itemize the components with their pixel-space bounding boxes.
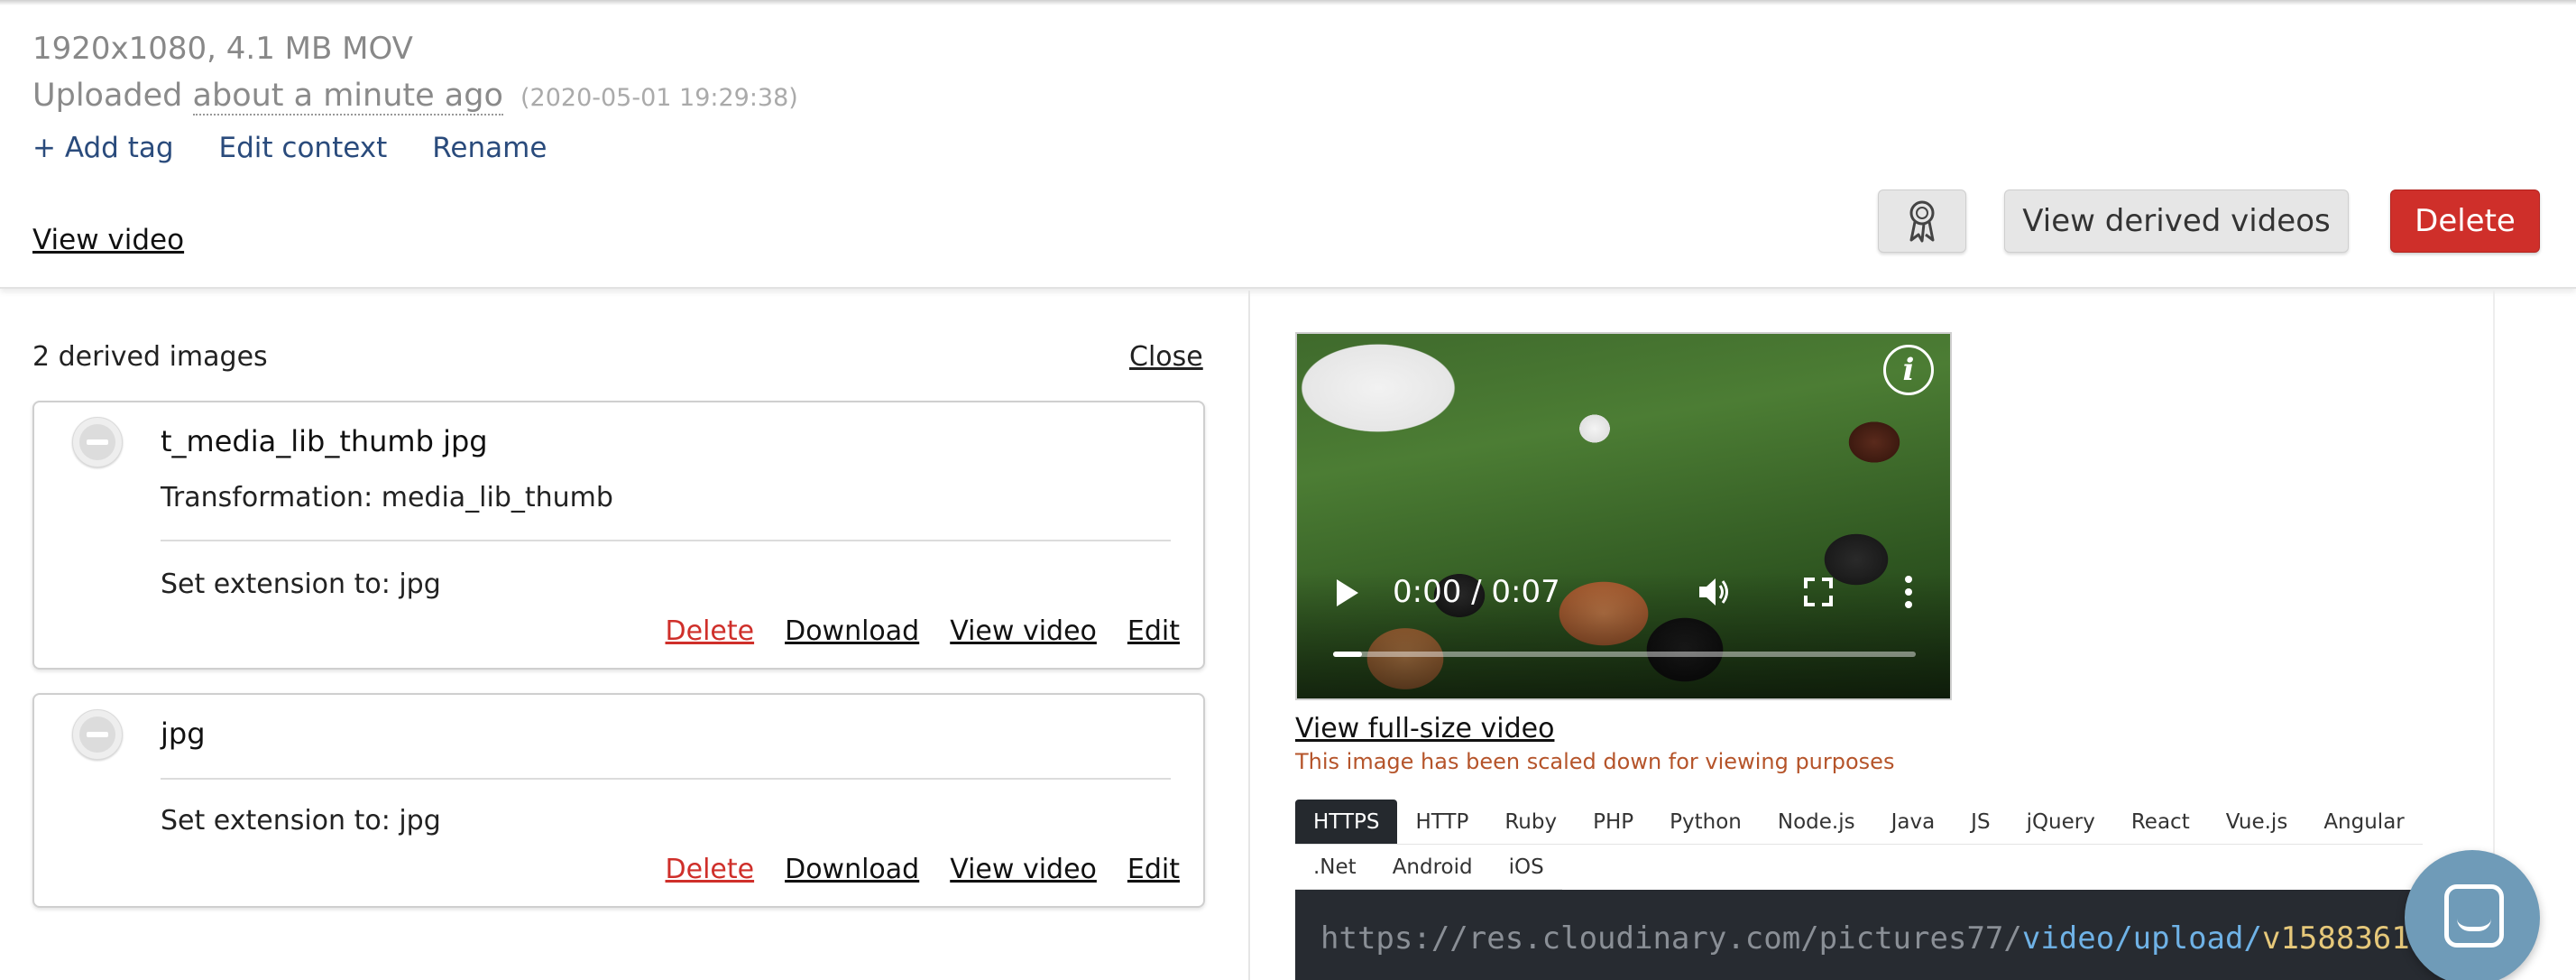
upload-info: Uploaded about a minute ago (2020-05-01 … xyxy=(32,78,798,116)
derived-item-separator xyxy=(161,540,1171,541)
tab-jquery[interactable]: jQuery xyxy=(2008,800,2113,845)
tab-http[interactable]: HTTP xyxy=(1397,800,1487,845)
chat-icon xyxy=(2444,884,2504,948)
derived-item: jpg Set extension to: jpg Delete Downloa… xyxy=(32,693,1205,908)
uploaded-prefix: Uploaded xyxy=(32,78,183,114)
asset-header: 1920x1080, 4.1 MB MOV Uploaded about a m… xyxy=(0,0,2576,289)
fullscreen-icon[interactable] xyxy=(1804,578,1833,606)
derived-item-links: Delete Download View video Edit xyxy=(666,854,1180,885)
tab-node-js[interactable]: Node.js xyxy=(1759,800,1873,845)
derived-delete-link[interactable]: Delete xyxy=(666,615,755,647)
tab-php[interactable]: PHP xyxy=(1575,800,1652,845)
chat-launcher-button[interactable] xyxy=(2405,850,2540,980)
tab-ios[interactable]: iOS xyxy=(1490,845,1562,890)
scaled-note: This image has been scaled down for view… xyxy=(1295,749,1895,774)
derived-view-video-link[interactable]: View video xyxy=(950,615,1097,647)
video-controls: 0:00 / 0:07 xyxy=(1337,570,1914,615)
derived-item-title: t_media_lib_thumb jpg xyxy=(161,424,488,458)
volume-icon[interactable] xyxy=(1696,574,1732,618)
derived-item-transformation: Transformation: media_lib_thumb xyxy=(161,482,613,513)
tab-vue-js[interactable]: Vue.js xyxy=(2207,800,2306,845)
remove-derived-button[interactable] xyxy=(72,709,123,760)
tab-angular[interactable]: Angular xyxy=(2305,800,2423,845)
tab-react[interactable]: React xyxy=(2112,800,2208,845)
uploaded-relative: about a minute ago xyxy=(192,78,503,116)
tab-android[interactable]: Android xyxy=(1374,845,1491,890)
info-icon[interactable]: i xyxy=(1883,345,1934,395)
url-path: video/upload/ xyxy=(2021,920,2262,957)
award-ribbon-icon xyxy=(1909,200,1935,243)
more-options-icon[interactable] xyxy=(1905,576,1912,614)
play-icon[interactable] xyxy=(1337,579,1358,606)
view-video-link[interactable]: View video xyxy=(32,224,184,256)
minus-circle-icon xyxy=(79,424,115,460)
asset-meta: 1920x1080, 4.1 MB MOV xyxy=(32,31,413,67)
derived-item-extension: Set extension to: jpg xyxy=(161,569,441,600)
derived-edit-link[interactable]: Edit xyxy=(1127,854,1180,885)
derived-item-links: Delete Download View video Edit xyxy=(666,615,1180,647)
tab-js[interactable]: JS xyxy=(1953,800,2009,845)
remove-derived-button[interactable] xyxy=(72,417,123,467)
view-full-size-video-link[interactable]: View full-size video xyxy=(1295,713,1554,744)
derived-download-link[interactable]: Download xyxy=(785,854,919,885)
derived-edit-link[interactable]: Edit xyxy=(1127,615,1180,647)
asset-actions: + Add tag Edit context Rename xyxy=(32,132,547,164)
tab-java[interactable]: Java xyxy=(1872,800,1954,845)
award-button[interactable] xyxy=(1878,190,1966,253)
close-derived-link[interactable]: Close xyxy=(1129,341,1203,373)
derived-download-link[interactable]: Download xyxy=(785,615,919,647)
video-progress-bar[interactable] xyxy=(1333,652,1916,657)
tab-https[interactable]: HTTPS xyxy=(1295,800,1398,845)
top-shadow xyxy=(0,0,2576,5)
derived-item: t_media_lib_thumb jpg Transformation: me… xyxy=(32,401,1205,670)
derived-item-separator xyxy=(161,778,1171,780)
derived-item-title: jpg xyxy=(161,717,206,751)
add-tag-link[interactable]: + Add tag xyxy=(32,132,174,164)
derived-item-extension: Set extension to: jpg xyxy=(161,805,441,837)
edit-context-link[interactable]: Edit context xyxy=(219,132,388,164)
tab-python[interactable]: Python xyxy=(1651,800,1760,845)
derived-view-video-link[interactable]: View video xyxy=(950,854,1097,885)
minus-circle-icon xyxy=(79,717,115,753)
tab-ruby[interactable]: Ruby xyxy=(1486,800,1576,845)
derived-images-title: 2 derived images xyxy=(32,341,268,373)
speaker-icon xyxy=(1699,578,1728,606)
video-player[interactable]: i 0:00 / 0:07 xyxy=(1295,332,1952,700)
url-base: https://res.cloudinary.com/pictures77/ xyxy=(1320,920,2022,957)
uploaded-timestamp: (2020-05-01 19:29:38) xyxy=(520,84,798,112)
sdk-tabs: HTTPS HTTP Ruby PHP Python Node.js Java JS jQuer… xyxy=(1295,800,2432,890)
video-time: 0:00 / 0:07 xyxy=(1393,574,1560,610)
tab-net[interactable]: .Net xyxy=(1295,845,1375,890)
panel-divider xyxy=(1248,291,1250,980)
view-derived-videos-button[interactable]: View derived videos xyxy=(2004,190,2349,253)
rename-link[interactable]: Rename xyxy=(432,132,547,164)
delete-asset-button[interactable]: Delete xyxy=(2390,190,2540,253)
video-progress-fill xyxy=(1333,652,1363,657)
delivery-url-code[interactable]: https://res.cloudinary.com/pictures77/vi… xyxy=(1295,890,2486,980)
derived-delete-link[interactable]: Delete xyxy=(666,854,755,885)
